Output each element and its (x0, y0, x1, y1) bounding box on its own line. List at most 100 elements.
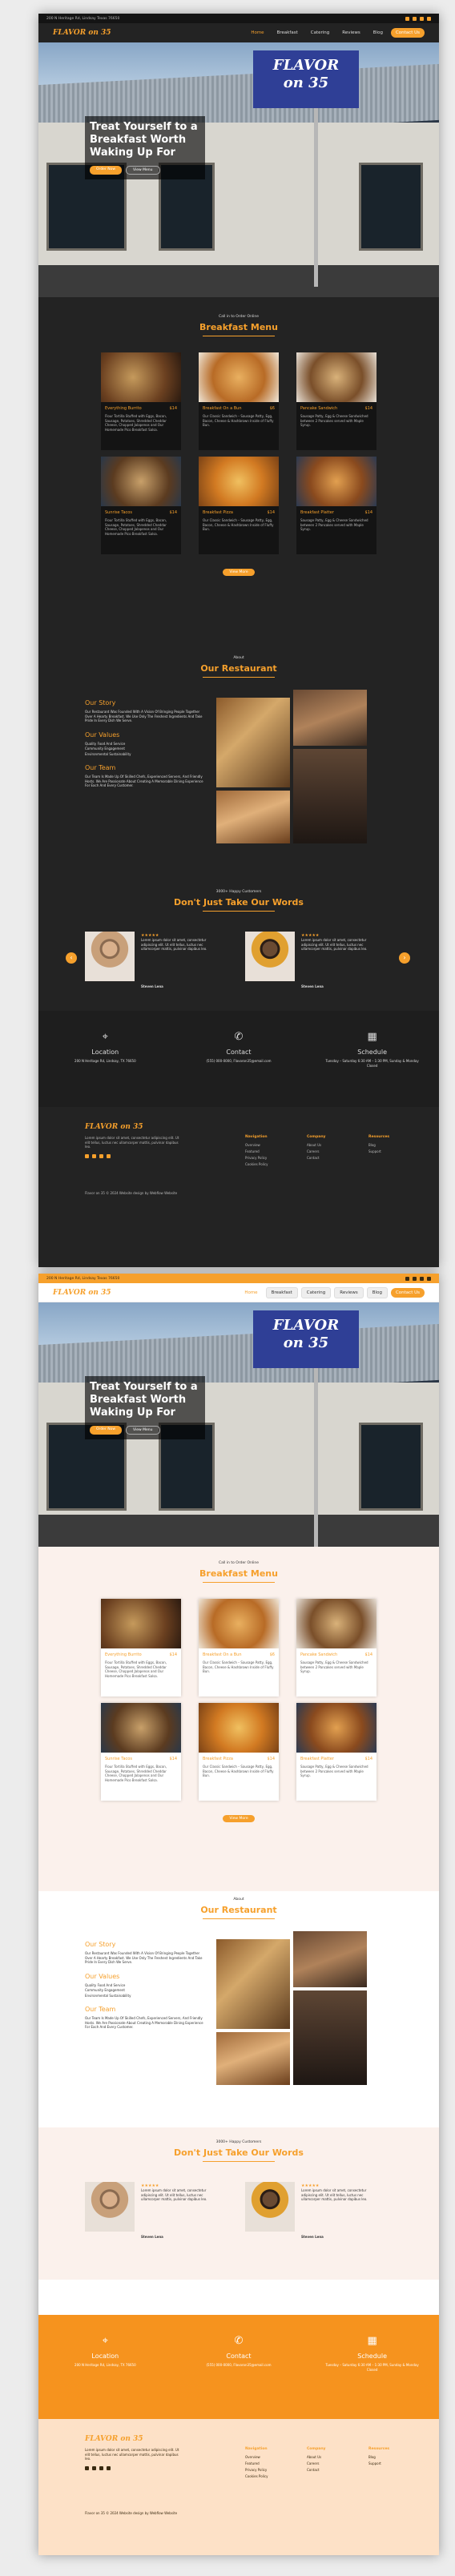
instagram-icon[interactable] (92, 2465, 96, 2470)
footer-link[interactable]: About Us (307, 1142, 325, 1149)
footer-col-title: Navigation (245, 1135, 268, 1139)
footer-link[interactable]: Contact (307, 2467, 325, 2473)
menu-card[interactable]: Pancake Sandwich $14 Sausage Patty, Egg & … (296, 1599, 376, 1697)
nav-blog[interactable]: Blog (368, 28, 388, 38)
sign-line-2: on 35 (283, 74, 329, 91)
footer-link[interactable]: Privacy Policy (245, 1155, 268, 1161)
menu-card[interactable]: Breakfast Platter $14 Sausage Patty, Egg &… (296, 1703, 376, 1801)
facebook-icon[interactable] (85, 1153, 89, 1158)
nav-catering[interactable]: Catering (300, 1286, 332, 1298)
footer-link[interactable]: Support (368, 1149, 389, 1155)
value-item: Environmental Sustainability (85, 751, 131, 756)
menu-card[interactable]: Everything Burrito $14 Flour Tortilla Stuf… (101, 352, 181, 450)
yelp-icon[interactable] (107, 1153, 111, 1158)
menu-section: Call in to Order Online Breakfast Menu E… (38, 1547, 439, 1891)
menu-card[interactable]: Everything Burrito $14 Flour Tortilla Stuf… (101, 1599, 181, 1697)
footer-link[interactable]: Privacy Policy (245, 2467, 268, 2473)
menu-card[interactable]: Sunrise Tacos $14 Flour Tortilla Stuffed w… (101, 457, 181, 554)
prev-arrow-icon[interactable]: ‹ (66, 952, 77, 964)
yelp-icon[interactable] (427, 1276, 431, 1281)
view-more-button[interactable]: View More (223, 1815, 255, 1822)
nav-breakfast[interactable]: Breakfast (272, 28, 303, 38)
footer-link[interactable]: Overview (245, 1142, 268, 1149)
contact-us-button[interactable]: Contact Us (390, 28, 425, 38)
twitter-icon[interactable] (420, 1276, 424, 1281)
copyright: Flavor on 35 © 2024 Website design by We… (85, 2511, 178, 2515)
team-photo (293, 1990, 367, 2085)
nav-home[interactable]: Home (246, 28, 268, 38)
menu-card[interactable]: Breakfast Platter $14 Sausage Patty, Egg &… (296, 457, 376, 554)
facebook-icon[interactable] (405, 1276, 409, 1281)
team-text: Our Team Is Made Up Of Skilled Chefs, Ex… (85, 2016, 203, 2029)
footer-logo[interactable]: FLAVOR on 35 (85, 2435, 181, 2443)
menu-card[interactable]: Sunrise Tacos $14 Flour Tortilla Stuffed w… (101, 1703, 181, 1801)
contact-text: (555) 000-0000, Flavoron35@email.com (206, 1059, 272, 1063)
instagram-icon[interactable] (413, 1276, 417, 1281)
customer-photo (85, 932, 135, 981)
menu-item-desc: Flour Tortilla Stuffed with Eggs, Bacon,… (105, 1660, 167, 1678)
next-arrow-icon[interactable]: › (399, 952, 410, 964)
yelp-icon[interactable] (427, 16, 431, 21)
footer-link[interactable]: Blog (368, 2454, 389, 2461)
nav-reviews[interactable]: Reviews (334, 1286, 364, 1298)
contact-us-button[interactable]: Contact Us (390, 1287, 425, 1298)
menu-eyebrow: Call in to Order Online (218, 315, 260, 319)
nav-home[interactable]: Home (240, 1288, 262, 1298)
story-text: Our Restaurant Was Founded With A Vision… (85, 1951, 203, 1964)
customer-name: Steven Lena (141, 984, 163, 988)
menu-item-desc: Our Classic Sandwich – Sausage Patty, Eg… (203, 414, 274, 427)
menu-card[interactable]: Breakfast Pizza $14 Our Classic Sandwich –… (199, 1703, 279, 1801)
footer-col-title: Resources (368, 2447, 390, 2451)
customer-photo (245, 932, 295, 981)
customer-name: Steven Lena (141, 2235, 163, 2239)
twitter-icon[interactable] (420, 16, 424, 21)
view-menu-button[interactable]: View Menu (126, 166, 160, 175)
team-photo (293, 749, 367, 843)
footer-link[interactable]: Cookies Policy (245, 2473, 268, 2480)
menu-item-desc: Flour Tortilla Stuffed with Eggs, Bacon,… (105, 518, 167, 536)
site-logo[interactable]: FLAVOR on 35 (53, 29, 111, 37)
footer-link[interactable]: Featured (245, 2461, 268, 2467)
order-now-button[interactable]: Order Now (90, 166, 123, 175)
twitter-icon[interactable] (99, 1153, 103, 1158)
menu-card[interactable]: Breakfast On a Bun $6 Our Classic Sandwich… (199, 352, 279, 450)
kitchen-photo (293, 1931, 367, 1987)
nav-catering[interactable]: Catering (306, 28, 335, 38)
instagram-icon[interactable] (413, 16, 417, 21)
nav-blog[interactable]: Blog (366, 1286, 388, 1298)
order-now-button[interactable]: Order Now (90, 1426, 123, 1435)
menu-item-name: Breakfast On a Bun (203, 1652, 242, 1657)
nav-breakfast[interactable]: Breakfast (265, 1286, 298, 1298)
footer-link[interactable]: Featured (245, 1149, 268, 1155)
address-text: 200 N Heritage Rd, Lindsay Texas 76650 (46, 1276, 120, 1281)
footer-logo[interactable]: FLAVOR on 35 (85, 1123, 181, 1131)
menu-card[interactable]: Breakfast On a Bun $6 Our Classic Sandwich… (199, 1599, 279, 1697)
nav-reviews[interactable]: Reviews (337, 28, 365, 38)
footer-link[interactable]: About Us (307, 2454, 325, 2461)
menu-item-price: $14 (364, 406, 372, 411)
footer-link[interactable]: Careers (307, 1149, 325, 1155)
facebook-icon[interactable] (405, 16, 409, 21)
team-text: Our Team Is Made Up Of Skilled Chefs, Ex… (85, 775, 203, 787)
calendar-icon: ▦ (367, 2335, 377, 2347)
address-text: 200 N Heritage Rd, Lindsay Texas 76650 (46, 16, 120, 21)
facebook-icon[interactable] (85, 2465, 89, 2470)
footer-link[interactable]: Careers (307, 2461, 325, 2467)
twitter-icon[interactable] (99, 2465, 103, 2470)
site-logo[interactable]: FLAVOR on 35 (53, 1289, 111, 1297)
menu-card[interactable]: Breakfast Pizza $14 Our Classic Sandwich –… (199, 457, 279, 554)
menu-item-price: $14 (364, 1652, 372, 1657)
footer-link[interactable]: Cookies Policy (245, 1161, 268, 1168)
footer-link[interactable]: Support (368, 2461, 389, 2467)
yelp-icon[interactable] (107, 2465, 111, 2470)
view-menu-button[interactable]: View Menu (126, 1426, 160, 1435)
menu-title: Breakfast Menu (199, 1568, 278, 1579)
instagram-icon[interactable] (92, 1153, 96, 1158)
hero-panel: Treat Yourself to a Breakfast Worth Waki… (85, 1376, 205, 1439)
footer-link[interactable]: Blog (368, 1142, 389, 1149)
view-more-button[interactable]: View More (223, 569, 255, 576)
footer-col-title: Navigation (245, 2447, 268, 2451)
footer-link[interactable]: Contact (307, 1155, 325, 1161)
footer-link[interactable]: Overview (245, 2454, 268, 2461)
menu-card[interactable]: Pancake Sandwich $14 Sausage Patty, Egg & … (296, 352, 376, 450)
